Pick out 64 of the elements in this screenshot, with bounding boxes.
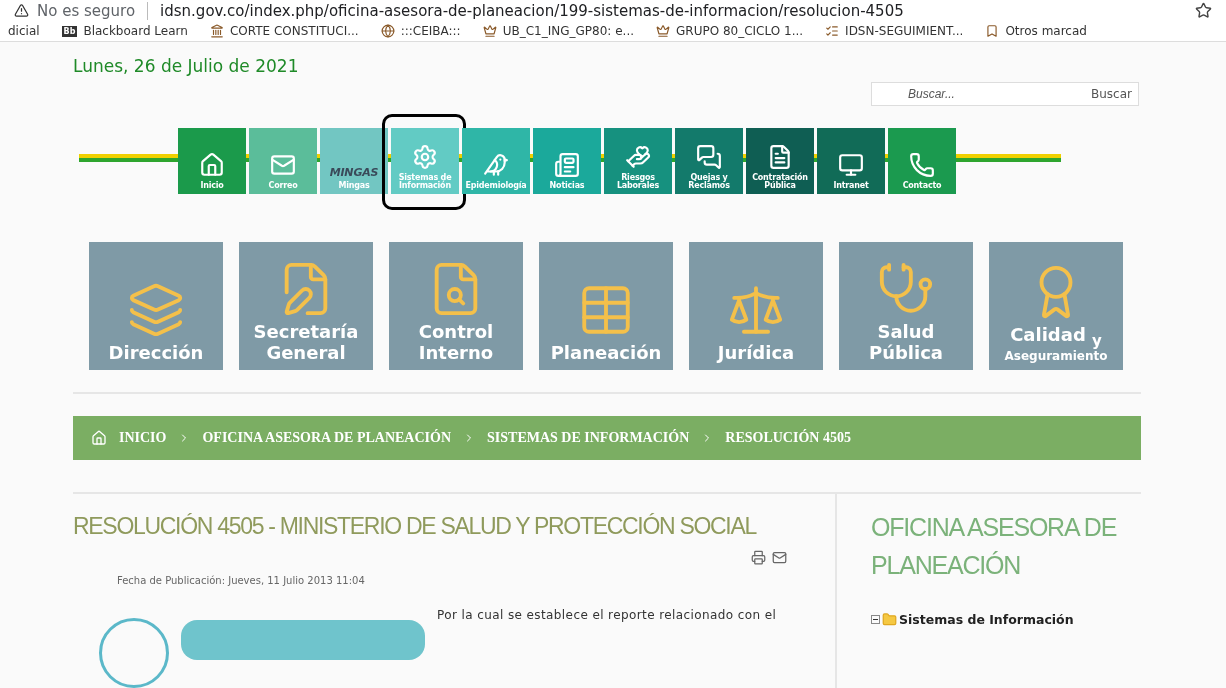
nav-icon <box>412 143 438 170</box>
nav-tile[interactable]: Epidemiología <box>462 127 530 194</box>
bookmark-icon <box>985 24 1000 39</box>
bookmark-link[interactable]: Blackboard Learn <box>83 24 188 39</box>
sidebar-title: OFICINA ASESORA DE PLANEACIÓN <box>871 511 1118 581</box>
bookmark-link[interactable]: UB_C1_ING_GP80: e... <box>502 24 634 39</box>
bookmark-link[interactable]: :::CEIBA::: <box>400 24 461 39</box>
search-button[interactable]: Buscar <box>1091 86 1132 101</box>
breadcrumb-link[interactable]: INICIO <box>119 429 167 446</box>
breadcrumb-link[interactable]: SISTEMAS DE INFORMACIÓN <box>487 429 690 446</box>
search-field[interactable]: Buscar... Buscar <box>871 81 1139 106</box>
nav-tile[interactable]: Correo <box>249 127 317 194</box>
bookmark-icon <box>380 24 395 39</box>
nav-tile[interactable]: Contacto <box>888 127 956 194</box>
security-label: No es seguro <box>37 1 136 20</box>
bookmark-link[interactable]: IDSN-SEGUIMIENT... <box>845 24 964 39</box>
area-tile[interactable]: Planeación <box>539 241 673 370</box>
nav-icon <box>696 143 722 170</box>
folder-icon <box>882 611 897 627</box>
area-tile[interactable]: Secretaría General <box>239 241 373 370</box>
star-icon[interactable] <box>1195 2 1212 20</box>
nav-tile[interactable]: Quejas y Reclamos <box>675 127 743 194</box>
area-tile[interactable]: Jurídica <box>689 241 823 370</box>
nav-icon <box>554 151 580 178</box>
nav-icon <box>767 143 793 170</box>
article-text: Por la cual se establece el reporte relacionado con el <box>437 608 778 622</box>
nav-tile[interactable]: Riesgos Laborales <box>604 127 672 194</box>
nav-icon <box>838 151 864 178</box>
nav-icon <box>909 151 935 178</box>
bookmark-icon: Bb <box>61 25 78 37</box>
home-icon <box>91 429 107 446</box>
email-icon[interactable] <box>772 550 787 565</box>
nav-icon <box>625 143 651 170</box>
nav-tile[interactable]: MINGAS Mingas <box>320 127 388 194</box>
bookmark-icon <box>482 24 497 39</box>
publication-date: Fecha de Publicación: Jueves, 11 Julio 2013 11:04 <box>117 575 366 586</box>
logo-placeholder <box>99 618 169 688</box>
bookmark-icon <box>209 24 224 39</box>
date-text: Lunes, 26 de Julio de 2021 <box>73 55 299 78</box>
area-tile[interactable]: Calidad $_{y}$ Aseguramiento <box>989 241 1123 370</box>
address-url[interactable]: idsn.gov.co/index.php/oficina-asesora-de-planeacion/199-sistemas-de-informacion/resolucion-4505 <box>160 1 1187 20</box>
bookmark-icon <box>825 24 840 39</box>
breadcrumb-link[interactable]: OFICINA ASESORA DE PLANEACIÓN <box>202 429 452 446</box>
warning-icon <box>14 3 29 19</box>
nav-tile[interactable]: Intranet <box>817 127 885 194</box>
bookmark-link[interactable]: CORTE CONSTITUCI... <box>229 24 359 39</box>
nav-tile[interactable]: Inicio <box>178 127 246 194</box>
area-tile[interactable]: Dirección <box>89 241 223 370</box>
tree-item[interactable]: Sistemas de Información <box>899 611 1074 627</box>
tree-toggle[interactable] <box>871 614 880 624</box>
area-tile[interactable]: Salud Pública <box>839 241 973 370</box>
area-tile[interactable]: Control Interno <box>389 241 523 370</box>
nav-icon <box>483 151 509 178</box>
nav-icon <box>199 151 225 178</box>
bookmark-icon <box>656 24 670 39</box>
breadcrumb-link[interactable]: RESOLUCIÓN 4505 <box>725 429 851 446</box>
nav-tile[interactable]: Contratación Pública <box>746 127 814 194</box>
print-icon[interactable] <box>751 550 766 565</box>
bookmark-link[interactable]: GRUPO 80_CICLO 1... <box>676 24 804 39</box>
bookmark-link[interactable]: Otros marcad <box>1005 24 1087 39</box>
article-title: RESOLUCIÓN 4505 - MINISTERIO DE SALUD Y PROTECCIÓN SOCIAL <box>73 511 756 541</box>
nav-tile[interactable]: Noticias <box>533 127 601 194</box>
bookmark-link[interactable]: dicial <box>8 24 40 39</box>
logo-text: MINGAS <box>329 166 379 178</box>
